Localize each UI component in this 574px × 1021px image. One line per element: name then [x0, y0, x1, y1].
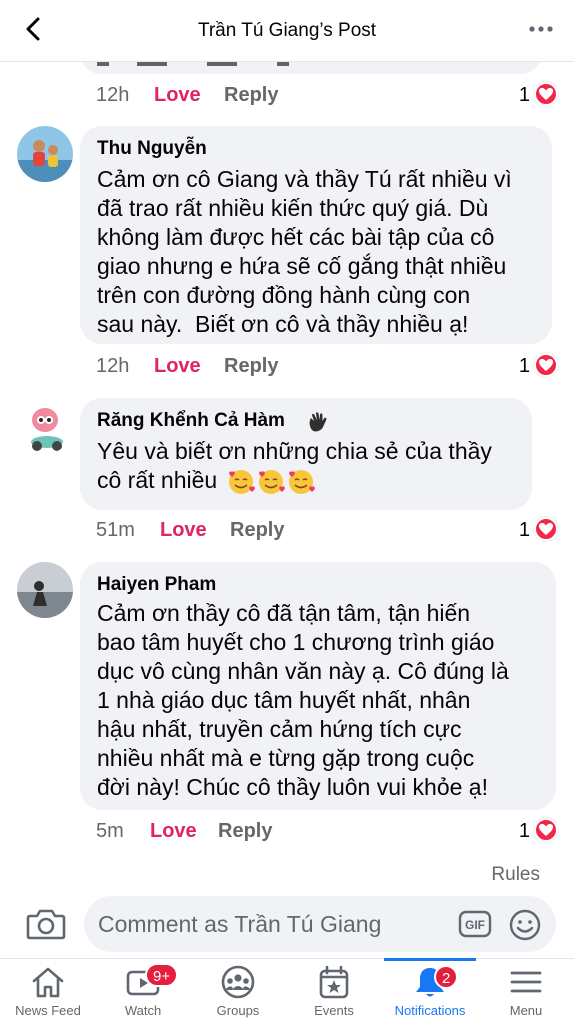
reaction-count-label: 1: [518, 519, 530, 541]
avatar[interactable]: [17, 126, 73, 182]
calendar-star-icon: [319, 965, 349, 999]
comment-text-line: sau này. Biết ơn cô và thầy nhiều ạ!: [97, 311, 469, 337]
commenter-name[interactable]: Răng Khểnh Cả Hàm: [97, 410, 285, 432]
comment-time: 12h: [96, 355, 130, 377]
camera-icon[interactable]: [26, 905, 66, 943]
comment-text-line: bao tâm huyết cho 1 chương trình giáo: [97, 629, 495, 655]
comment-actions: 12h Love Reply: [96, 84, 396, 114]
comment-text-line: Yêu và biết ơn những chia sẻ của thầy: [97, 438, 492, 464]
comment-text-line: không làm được hết các bài tập của cô: [97, 224, 495, 250]
active-tab-indicator: [384, 958, 476, 961]
tab-label: Notifications: [394, 1003, 466, 1018]
comment-time: 12h: [96, 84, 130, 106]
commenter-name[interactable]: Haiyen Pham: [97, 574, 216, 596]
tab-label: Watch: [124, 1003, 162, 1018]
watch-badge: 9+: [145, 963, 179, 987]
love-reaction-icon: [534, 82, 558, 106]
comment-actions: 5m Love Reply: [96, 820, 396, 850]
comment-text-line: Cảm ơn cô Giang và thầy Tú rất nhiều vì: [97, 166, 512, 192]
rules-link[interactable]: Rules: [491, 864, 540, 886]
avatar[interactable]: [17, 562, 73, 618]
comment-text-line: trên con đường đồng hành cùng con: [97, 282, 471, 308]
tab-label: News Feed: [15, 1003, 81, 1018]
comment-text-line: đời này! Chúc cô thầy luôn vui khỏe ạ!: [97, 774, 488, 800]
reply-button[interactable]: Reply: [230, 519, 284, 542]
love-reaction-icon: [534, 353, 558, 377]
comment-list[interactable]: 12h Love Reply 1 Thu Nguyễn Cảm ơn cô Gi…: [0, 62, 574, 850]
page-title: Trần Tú Giang’s Post: [197, 20, 377, 41]
menu-icon: [510, 971, 542, 993]
comment-text-line: nhiều nhất mà e từng gặp trong cuộc: [97, 745, 475, 771]
waving-hand-icon: [309, 412, 327, 432]
reaction-count[interactable]: 1: [500, 353, 558, 379]
tab-notifications[interactable]: 2 Notifications: [382, 958, 478, 1021]
reaction-count[interactable]: 1: [500, 82, 558, 108]
reaction-count-label: 1: [518, 820, 530, 842]
reaction-count[interactable]: 1: [500, 517, 558, 543]
love-reaction-button[interactable]: Love: [160, 519, 207, 542]
love-reaction-button[interactable]: Love: [154, 355, 201, 378]
reaction-count-label: 1: [518, 84, 530, 106]
love-reaction-icon: [534, 818, 558, 842]
tab-label: Events: [314, 1003, 354, 1018]
home-icon: [32, 967, 64, 998]
comment-bubble[interactable]: Haiyen Pham Cảm ơn thầy cô đã tận tâm, t…: [80, 562, 556, 810]
tab-news-feed[interactable]: News Feed: [0, 959, 96, 1021]
comment-text-line: hậu nhất, truyền cảm hứng tích cực: [97, 716, 462, 742]
comment-composer: Comment as Trần Tú Giang GIF: [0, 892, 574, 958]
notifications-badge: 2: [434, 965, 459, 989]
gif-icon-label: GIF: [465, 918, 485, 932]
tab-groups[interactable]: Groups: [190, 959, 286, 1021]
tab-label: Groups: [216, 1003, 260, 1018]
top-bar: Trần Tú Giang’s Post: [0, 0, 574, 62]
comment-bubble[interactable]: Răng Khểnh Cả Hàm Yêu và biết ơn những c…: [80, 398, 532, 510]
love-reaction-button[interactable]: Love: [154, 84, 201, 107]
tab-label: Menu: [509, 1003, 543, 1018]
tab-menu[interactable]: Menu: [478, 959, 574, 1021]
comment-input-placeholder: Comment as Trần Tú Giang: [98, 911, 382, 937]
reaction-count[interactable]: 1: [500, 818, 558, 844]
comment-text-line: giao nhưng e hứa sẽ cố gắng thật nhiều: [97, 253, 507, 279]
comment-text-line: 1 nhà giáo dục tâm huyết nhất, nhân: [97, 687, 471, 713]
comment-input[interactable]: Comment as Trần Tú Giang GIF: [84, 896, 556, 952]
more-options-icon[interactable]: [528, 18, 554, 40]
comment-text-line: dục vô cùng nhân văn này ạ. Cô đúng là: [97, 658, 509, 684]
comment-text-line: Cảm ơn thầy cô đã tận tâm, tận hiến: [97, 600, 471, 626]
love-reaction-button[interactable]: Love: [150, 820, 197, 843]
tab-events[interactable]: Events: [286, 959, 382, 1021]
avatar[interactable]: [17, 398, 73, 454]
comment-text-line: đã trao rất nhiều kiến thức quý giá. Dù: [97, 195, 489, 221]
love-reaction-icon: [534, 517, 558, 541]
smiling-face-with-hearts-icon: [229, 470, 315, 494]
reply-button[interactable]: Reply: [218, 820, 272, 843]
gif-icon[interactable]: GIF: [458, 909, 492, 939]
truncated-comment-text: [97, 62, 297, 74]
comment-time: 51m: [96, 519, 135, 541]
comment-actions: 12h Love Reply: [96, 355, 396, 385]
reply-button[interactable]: Reply: [224, 355, 278, 378]
comment-time: 5m: [96, 820, 124, 842]
reply-button[interactable]: Reply: [224, 84, 278, 107]
reaction-count-label: 1: [518, 355, 530, 377]
comment-bubble[interactable]: Thu Nguyễn Cảm ơn cô Giang và thầy Tú rấ…: [80, 126, 552, 344]
comment-bubble-partial[interactable]: [80, 62, 542, 74]
bottom-tab-bar: News Feed 9+ Watch Groups Events 2 Notif…: [0, 958, 574, 1021]
tab-watch[interactable]: 9+ Watch: [95, 959, 191, 1021]
comment-actions: 51m Love Reply: [96, 519, 396, 549]
commenter-name[interactable]: Thu Nguyễn: [97, 138, 207, 160]
emoji-icon[interactable]: [508, 908, 542, 942]
groups-icon: [221, 965, 255, 999]
comment-text-line: cô rất nhiều: [97, 467, 218, 493]
